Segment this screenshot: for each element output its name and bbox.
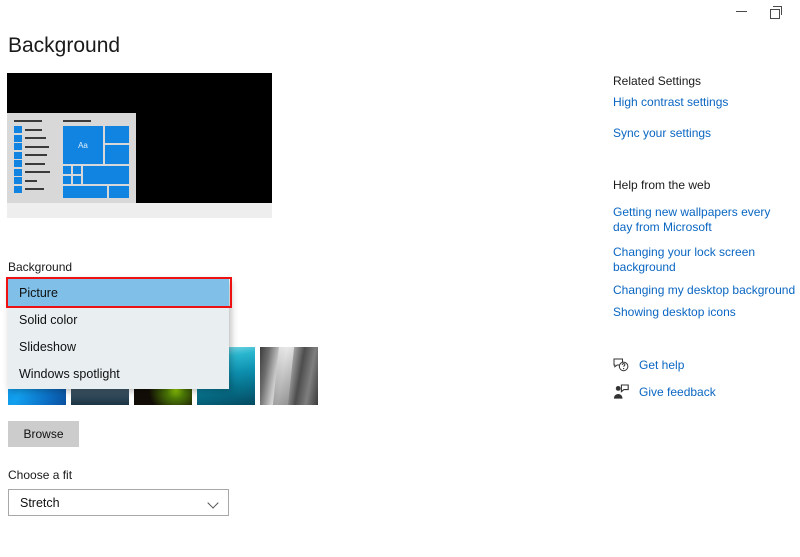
start-tile-micro-3 xyxy=(63,176,71,184)
app-label-bar xyxy=(25,154,47,156)
get-help-label[interactable]: Get help xyxy=(639,358,684,372)
list-item xyxy=(14,134,56,142)
give-feedback-icon xyxy=(613,384,629,400)
list-item xyxy=(14,151,56,159)
start-menu-list-header xyxy=(14,120,42,122)
start-tile-wide-1 xyxy=(83,166,129,184)
title-bar xyxy=(0,0,800,22)
link-getting-new-wallpapers[interactable]: Getting new wallpapers every day from Mi… xyxy=(613,205,791,235)
background-type-dropdown-list[interactable]: Picture Solid color Slideshow Windows sp… xyxy=(8,279,229,389)
restore-icon xyxy=(769,5,782,19)
app-label-bar xyxy=(25,137,46,139)
minimize-button[interactable] xyxy=(724,0,758,22)
list-item xyxy=(14,160,56,167)
app-tile-icon xyxy=(14,126,22,133)
list-item xyxy=(14,185,56,193)
start-tile-micro-2 xyxy=(73,166,81,174)
start-tile-micro-1 xyxy=(63,166,71,174)
app-label-bar xyxy=(25,179,37,182)
start-tile-small-2 xyxy=(105,145,129,164)
app-label-bar xyxy=(25,171,50,173)
app-label-bar xyxy=(25,188,44,190)
dropdown-option-slideshow[interactable]: Slideshow xyxy=(8,333,229,360)
taskbar-mockup xyxy=(7,203,272,218)
list-item xyxy=(14,143,56,150)
dropdown-option-solid-color[interactable]: Solid color xyxy=(8,306,229,333)
chevron-down-icon xyxy=(209,498,219,508)
start-menu-tile-group: Aa xyxy=(63,120,129,203)
start-tile-micro-4 xyxy=(73,176,81,184)
background-label: Background xyxy=(8,260,73,274)
give-feedback-row[interactable]: Give feedback xyxy=(613,384,716,400)
give-feedback-label[interactable]: Give feedback xyxy=(639,385,716,399)
tile-group-header xyxy=(63,120,91,122)
settings-background-page: Background Aa Background Picture Solid c… xyxy=(0,0,800,557)
list-item xyxy=(14,168,56,176)
list-item xyxy=(14,177,56,184)
app-tile-icon xyxy=(14,134,22,142)
start-tile-wide-2 xyxy=(63,186,107,198)
app-tile-icon xyxy=(14,151,22,159)
app-label-bar xyxy=(25,145,49,148)
page-title: Background xyxy=(8,34,121,57)
choose-a-fit-value: Stretch xyxy=(20,495,60,510)
app-tile-icon xyxy=(14,177,22,184)
start-tile-small-3 xyxy=(109,186,129,198)
restore-button[interactable] xyxy=(758,0,792,22)
start-menu-app-list xyxy=(14,120,56,203)
dropdown-option-picture[interactable]: Picture xyxy=(8,279,229,306)
browse-button[interactable]: Browse xyxy=(8,421,79,447)
get-help-row[interactable]: Get help xyxy=(613,357,684,373)
dropdown-option-windows-spotlight[interactable]: Windows spotlight xyxy=(8,360,229,387)
app-tile-icon xyxy=(14,143,22,150)
link-changing-lock-screen-background[interactable]: Changing your lock screen background xyxy=(613,245,791,275)
start-tile-aa-label: Aa xyxy=(78,140,88,150)
background-preview: Aa xyxy=(7,73,272,218)
list-item xyxy=(14,126,56,133)
start-tile-aa: Aa xyxy=(63,126,103,164)
link-changing-my-desktop-background[interactable]: Changing my desktop background xyxy=(613,283,799,298)
app-tile-icon xyxy=(14,160,22,167)
help-from-the-web-heading: Help from the web xyxy=(613,178,711,192)
link-high-contrast-settings[interactable]: High contrast settings xyxy=(613,95,793,110)
choose-a-fit-label: Choose a fit xyxy=(8,468,73,482)
choose-a-fit-dropdown[interactable]: Stretch xyxy=(8,489,229,516)
app-tile-icon xyxy=(14,168,22,176)
get-help-icon xyxy=(613,357,629,373)
link-sync-your-settings[interactable]: Sync your settings xyxy=(613,126,793,141)
app-label-bar xyxy=(25,162,45,165)
app-label-bar xyxy=(25,128,42,131)
start-menu-mockup: Aa xyxy=(7,113,136,203)
related-settings-heading: Related Settings xyxy=(613,74,702,88)
start-tile-small-1 xyxy=(105,126,129,143)
link-showing-desktop-icons[interactable]: Showing desktop icons xyxy=(613,305,793,320)
minimize-icon xyxy=(735,10,747,12)
thumbnail-rock-face[interactable] xyxy=(260,347,318,405)
app-tile-icon xyxy=(14,185,22,193)
window-controls xyxy=(724,0,792,22)
